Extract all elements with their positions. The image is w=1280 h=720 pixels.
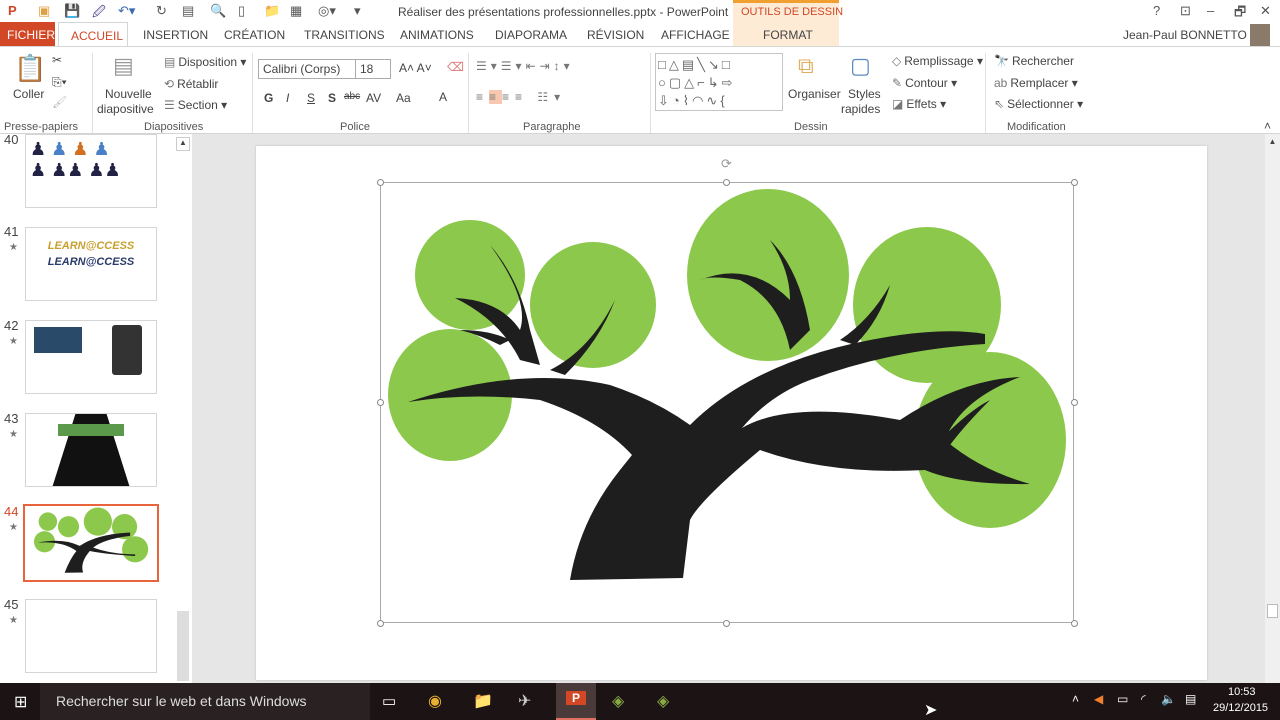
battery-icon[interactable]: ▭ xyxy=(1117,692,1128,706)
resize-handle[interactable] xyxy=(1071,179,1078,186)
selection-box[interactable] xyxy=(380,182,1074,623)
resize-handle[interactable] xyxy=(723,620,730,627)
clock-time[interactable]: 10:53 xyxy=(1228,686,1256,698)
rotate-handle-icon[interactable]: ⟳ xyxy=(721,156,732,172)
volume-warning-icon[interactable]: ◀ xyxy=(1094,692,1103,706)
resize-handle[interactable] xyxy=(1071,399,1078,406)
mouse-cursor-icon: ➤ xyxy=(924,702,938,719)
show-hidden-icons[interactable]: ˄ xyxy=(1072,692,1079,706)
resize-handle[interactable] xyxy=(377,620,384,627)
resize-handle[interactable] xyxy=(1071,620,1078,627)
chrome-icon[interactable]: ◉ xyxy=(428,691,442,711)
clock-date[interactable]: 29/12/2015 xyxy=(1213,702,1268,714)
powerpoint-taskbar-button[interactable]: P xyxy=(556,683,596,720)
resize-handle[interactable] xyxy=(377,399,384,406)
app-icon[interactable]: ◈ xyxy=(612,691,624,711)
taskbar-search-box[interactable]: Rechercher sur le web et dans Windows xyxy=(40,683,370,720)
speaker-icon[interactable]: 🔈 xyxy=(1161,692,1176,706)
wifi-icon[interactable]: ◜ xyxy=(1141,692,1146,706)
file-explorer-icon[interactable]: 📁 xyxy=(473,691,493,711)
app-icon[interactable]: ◈ xyxy=(657,691,669,711)
task-view-icon[interactable]: ▭ xyxy=(382,692,396,710)
resize-handle[interactable] xyxy=(723,179,730,186)
slide-scrollbar[interactable]: ▲ xyxy=(1265,134,1280,683)
app-icon[interactable]: ✈ xyxy=(518,691,531,711)
resize-handle[interactable] xyxy=(377,179,384,186)
action-center-icon[interactable]: ▤ xyxy=(1185,692,1196,706)
windows-start-icon[interactable]: ⊞ xyxy=(14,692,27,712)
